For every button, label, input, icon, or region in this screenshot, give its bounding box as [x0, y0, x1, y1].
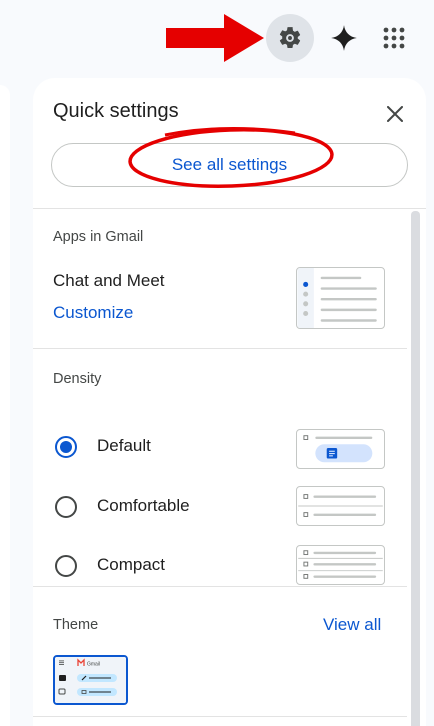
default-density-thumbnail	[296, 429, 385, 469]
top-toolbar	[0, 0, 434, 78]
apps-in-gmail-heading: Apps in Gmail	[53, 229, 144, 245]
apps-in-gmail-section: Apps in Gmail Chat and Meet Customize	[33, 209, 407, 349]
density-compact-radio[interactable]	[55, 555, 77, 577]
panel-title: Quick settings	[53, 100, 179, 122]
density-default-radio[interactable]	[55, 436, 77, 458]
density-option-comfortable[interactable]: Comfortable	[33, 482, 407, 532]
red-arrow-annotation	[166, 14, 264, 62]
theme-preview-graphic: Gmail	[55, 657, 126, 703]
close-icon	[387, 106, 403, 122]
density-default-label: Default	[97, 436, 151, 455]
density-comfortable-label: Comfortable	[97, 496, 190, 515]
comfortable-density-thumbnail	[296, 486, 385, 526]
panel-scrollbar[interactable]	[411, 211, 420, 726]
chat-and-meet-label: Chat and Meet	[53, 271, 165, 290]
close-button[interactable]	[377, 96, 413, 132]
theme-preview-logo-text: Gmail	[87, 662, 100, 668]
compact-density-thumbnail	[296, 545, 385, 585]
gemini-button[interactable]	[320, 14, 368, 62]
settings-button[interactable]	[266, 14, 314, 62]
density-section: Density Default Comfortable Compact	[33, 349, 407, 587]
settings-gear-icon	[279, 27, 301, 48]
see-all-settings-button[interactable]: See all settings	[51, 143, 408, 187]
density-option-compact[interactable]: Compact	[33, 541, 407, 591]
quick-settings-body: Apps in Gmail Chat and Meet Customize De…	[33, 208, 426, 726]
density-heading: Density	[53, 371, 102, 387]
gemini-sparkle-icon	[331, 25, 357, 51]
google-apps-grid-icon	[383, 27, 405, 49]
mail-list-edge	[0, 85, 10, 726]
density-comfortable-radio[interactable]	[55, 496, 77, 518]
theme-preview-thumbnail[interactable]: Gmail	[53, 655, 128, 705]
density-compact-label: Compact	[97, 555, 166, 574]
quick-settings-panel: Quick settings See all settings Apps in …	[33, 78, 426, 726]
view-all-themes-link[interactable]: View all	[323, 615, 381, 635]
chat-meet-preview-thumbnail	[296, 267, 385, 329]
density-option-default[interactable]: Default	[33, 422, 407, 472]
google-apps-button[interactable]	[370, 14, 418, 62]
theme-section: Theme View all Gmail	[33, 587, 407, 717]
customize-link[interactable]: Customize	[53, 303, 133, 323]
theme-heading: Theme	[53, 617, 99, 633]
quick-settings-header: Quick settings See all settings	[33, 78, 426, 208]
